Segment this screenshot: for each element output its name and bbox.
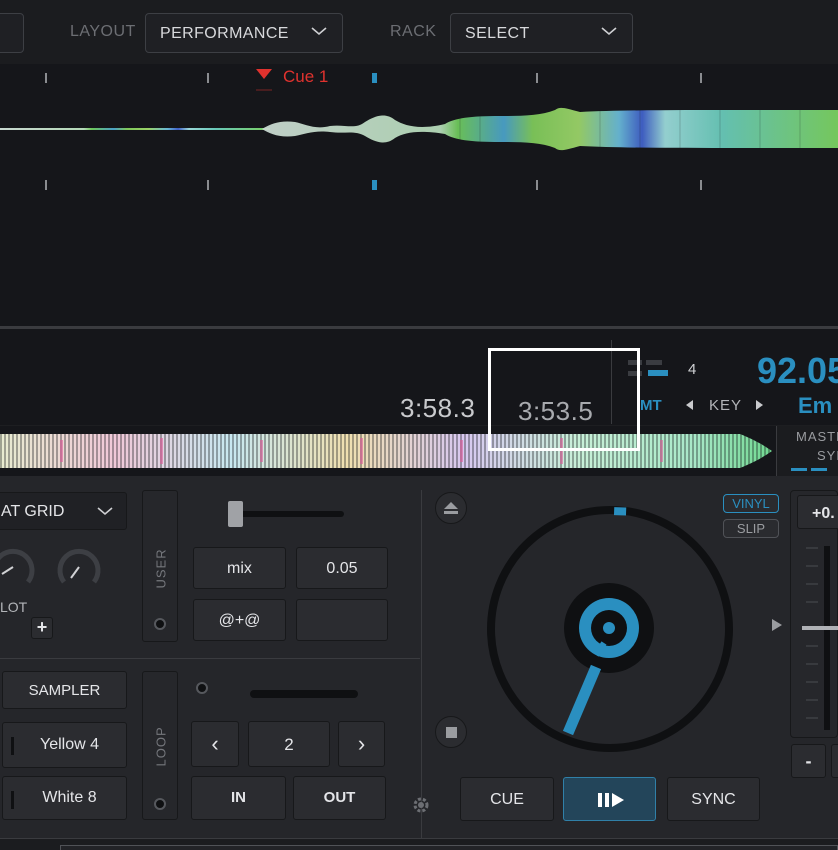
- master-label: MASTER: [796, 429, 838, 444]
- sampler-pad-label: Yellow 4: [39, 736, 99, 753]
- cue-marker-icon[interactable]: [255, 68, 273, 92]
- cue-label[interactable]: Cue 1: [283, 67, 328, 87]
- fx-slider-track[interactable]: [236, 511, 344, 517]
- sampler-pad-label: White 8: [42, 789, 97, 806]
- pitch-fader[interactable]: [800, 546, 838, 730]
- user-indicator-dot: [154, 618, 166, 630]
- loop-next-button[interactable]: ›: [338, 721, 385, 767]
- sync-label: SYNC: [817, 448, 838, 463]
- sync-button[interactable]: SYNC: [667, 777, 760, 821]
- loop-tab-label: LOOP: [153, 726, 169, 767]
- beat-tick: [45, 180, 47, 190]
- eject-icon: [444, 502, 458, 514]
- bpm-display[interactable]: 92.05: [757, 350, 838, 392]
- fx-slider-handle[interactable]: [228, 501, 243, 527]
- browser-toggle-button[interactable]: [0, 13, 24, 53]
- beat-tick: [536, 73, 538, 83]
- mix-button[interactable]: mix: [193, 547, 286, 589]
- play-pause-button[interactable]: [563, 777, 656, 821]
- empty-fx-slot[interactable]: [296, 599, 388, 641]
- section-divider: [0, 658, 420, 659]
- master-sync-panel[interactable]: MASTER SYNC: [776, 426, 838, 476]
- chevron-down-icon: [601, 27, 617, 36]
- pitch-plus-button[interactable]: [831, 744, 838, 778]
- key-value[interactable]: Em: [798, 393, 832, 419]
- chevron-down-icon: [311, 27, 327, 36]
- beat-tick: [536, 180, 538, 190]
- add-slot-button[interactable]: +: [31, 617, 53, 639]
- pitch-value[interactable]: +0.: [797, 495, 838, 529]
- time-highlight-box: [488, 348, 640, 451]
- layout-dropdown[interactable]: PERFORMANCE: [145, 13, 343, 53]
- beat-tick: [700, 180, 702, 190]
- pitch-minus-button[interactable]: -: [791, 744, 826, 778]
- gear-icon[interactable]: [411, 795, 431, 815]
- sync-indicator: [811, 468, 827, 471]
- browser-edge: [60, 845, 838, 850]
- waveform-graphic: [0, 107, 838, 151]
- loop-prev-button[interactable]: ‹: [191, 721, 239, 767]
- rack-label: RACK: [390, 23, 437, 40]
- beat-tick: [45, 73, 47, 83]
- loop-progress-track: [250, 690, 358, 698]
- overview-waveform-graphic: [0, 426, 776, 476]
- user-tab[interactable]: USER: [142, 490, 178, 642]
- stop-button[interactable]: [435, 716, 467, 748]
- time-elapsed[interactable]: 3:58.3: [400, 393, 475, 424]
- loop-indicator-dot: [196, 682, 208, 694]
- sampler-pad-2[interactable]: White 8: [2, 776, 127, 820]
- deck-divider: [421, 490, 422, 840]
- loop-in-button[interactable]: IN: [191, 776, 286, 820]
- pad-color-bar: [11, 737, 14, 755]
- layout-label: LAYOUT: [70, 23, 136, 40]
- beatgrid-dropdown[interactable]: AT GRID: [0, 492, 127, 530]
- beat-tick: [700, 73, 702, 83]
- zoomed-waveform[interactable]: [0, 64, 838, 326]
- beat-tick: [207, 180, 209, 190]
- slot-label: LOT: [0, 599, 28, 615]
- loop-indicator-dot: [154, 798, 166, 810]
- loop-out-button[interactable]: OUT: [293, 776, 386, 820]
- master-tempo-label[interactable]: MT: [640, 397, 662, 414]
- user-tab-label: USER: [153, 548, 169, 589]
- eject-button[interactable]: [435, 492, 467, 524]
- chevron-down-icon: [97, 507, 113, 516]
- pitch-fader-graphic: [802, 546, 838, 730]
- beat-marker-blue: [372, 73, 377, 83]
- key-down-icon[interactable]: [684, 399, 696, 411]
- rack-dropdown[interactable]: SELECT: [450, 13, 633, 53]
- sampler-pad-1[interactable]: Yellow 4: [2, 722, 127, 768]
- overview-waveform[interactable]: [0, 426, 776, 476]
- key-up-icon[interactable]: [753, 399, 765, 411]
- sync-indicator: [791, 468, 807, 471]
- rack-dropdown-value: SELECT: [465, 25, 530, 42]
- jog-wheel[interactable]: [486, 505, 734, 753]
- stop-icon: [446, 727, 457, 738]
- mix-value[interactable]: 0.05: [296, 547, 388, 589]
- fx-combo-button[interactable]: @+@: [193, 599, 286, 641]
- top-toolbar: LAYOUT PERFORMANCE RACK SELECT: [0, 0, 838, 64]
- knob-icon[interactable]: [0, 544, 36, 590]
- loop-size[interactable]: 2: [248, 721, 330, 767]
- beatgrid-label: AT GRID: [1, 503, 65, 520]
- beat-marker-blue: [372, 180, 377, 190]
- expand-arrow-icon[interactable]: [771, 618, 783, 632]
- beat-count: 4: [688, 361, 697, 378]
- sampler-button[interactable]: SAMPLER: [2, 671, 127, 709]
- cue-button[interactable]: CUE: [460, 777, 554, 821]
- loop-tab[interactable]: LOOP: [142, 671, 178, 820]
- key-label: KEY: [709, 397, 743, 414]
- pad-color-bar: [11, 791, 14, 809]
- beat-tick: [207, 73, 209, 83]
- play-pause-icon: [598, 793, 624, 807]
- knob-icon[interactable]: [56, 544, 102, 590]
- layout-dropdown-value: PERFORMANCE: [160, 25, 289, 42]
